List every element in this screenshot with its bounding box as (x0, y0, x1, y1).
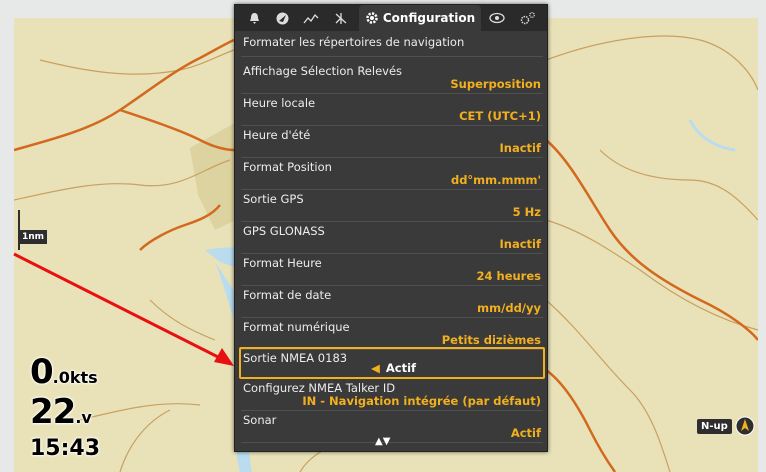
scale-label: 1nm (19, 230, 47, 244)
chart-icon (303, 13, 319, 23)
menu-item-value: 5 Hz (512, 205, 541, 219)
speed-value: 0 (30, 352, 54, 392)
menu-item-label: Sortie NMEA 0183 (243, 351, 348, 365)
menu-item-value: 24 heures (476, 269, 542, 283)
menu-item-number-format[interactable]: Format numérique Petits dizièmes (241, 318, 543, 350)
menu-item-value: Inactif (499, 237, 542, 251)
tab-navigation[interactable] (269, 5, 295, 31)
menu-item-value: IN - Navigation intégrée (par défaut) (302, 394, 541, 408)
menu-item-label: Format numérique (243, 320, 350, 334)
menu-item-value-text: Actif (385, 361, 417, 375)
menu-item-label: Format de date (243, 288, 332, 302)
eye-icon (489, 12, 505, 24)
orientation-label: N-up (697, 418, 732, 434)
menu-item-label: Format Heure (243, 256, 322, 270)
menu-item-value: Inactif (499, 141, 542, 155)
tab-configuration-label: Configuration (382, 11, 476, 25)
speed-unit: .0kts (52, 368, 98, 387)
voltage-readout: 22.v (30, 392, 92, 432)
menu-item-value: dd°mm.mmm' (450, 173, 541, 187)
menu-item-value: mm/dd/yy (477, 301, 541, 315)
menu-item-time-format[interactable]: Format Heure 24 heures (241, 254, 543, 286)
menu-item-value: Superposition (450, 77, 541, 91)
menu-item-label: Sortie GPS (243, 192, 304, 206)
menu-item-label: GPS GLONASS (243, 224, 325, 238)
tab-views[interactable] (483, 5, 511, 31)
selection-arrow-icon: ◀ (371, 361, 380, 375)
voltage-value: 22 (30, 392, 76, 432)
radar-icon (335, 12, 347, 24)
tab-configuration[interactable]: Configuration (359, 5, 481, 31)
tab-chart[interactable] (297, 5, 325, 31)
menu-item-position-format[interactable]: Format Position dd°mm.mmm' (241, 158, 543, 190)
menu-item-label: Formater les répertoires de navigation (243, 35, 465, 49)
menu-item-value: Actif (510, 426, 541, 440)
menu-item-daylight-saving[interactable]: Heure d'été Inactif (241, 126, 543, 158)
menu-item-sonar[interactable]: Sonar Actif (241, 411, 543, 443)
menu-item-date-format[interactable]: Format de date mm/dd/yy (241, 286, 543, 318)
gear-icon (366, 12, 378, 24)
tab-bar: Configuration (235, 5, 547, 31)
menu-item-display-selection[interactable]: Affichage Sélection Relevés Superpositio… (241, 62, 543, 94)
voltage-unit: .v (75, 408, 92, 427)
menu-item-value: CET (UTC+1) (459, 109, 541, 123)
menu-item-label: Heure locale (243, 96, 316, 110)
bell-icon (249, 12, 259, 24)
menu-item-label: Sonar (243, 413, 277, 427)
menu-item-gps-output[interactable]: Sortie GPS 5 Hz (241, 190, 543, 222)
menu-item-label: Format Position (243, 160, 332, 174)
settings-gears-icon (520, 12, 535, 25)
clock-time: 15:43 (30, 436, 101, 461)
menu-item-local-time[interactable]: Heure locale CET (UTC+1) (241, 94, 543, 126)
tab-sonar[interactable] (327, 5, 355, 31)
menu-item-gps-glonass[interactable]: GPS GLONASS Inactif (241, 222, 543, 254)
menu-item-label: Configurez NMEA Talker ID (243, 381, 396, 395)
speed-readout: 0.0kts (30, 352, 98, 392)
tab-settings[interactable] (513, 5, 543, 31)
menu-item-nmea-output[interactable]: Sortie NMEA 0183 ◀ Actif (239, 347, 545, 379)
menu-item-label: Heure d'été (243, 128, 311, 142)
menu-item-label: Affichage Sélection Relevés (243, 64, 403, 78)
navigation-icon (276, 12, 288, 24)
menu-item-value: Petits dizièmes (441, 333, 541, 347)
menu-item-value: ◀ Actif (371, 361, 416, 375)
menu-item-nmea-talker-id[interactable]: Configurez NMEA Talker ID IN - Navigatio… (241, 379, 543, 411)
configuration-menu: Configuration Formater les répertoires d… (234, 4, 548, 452)
screen: 1nm 0.0kts 22.v 15:43 N-up Configuration… (0, 0, 766, 472)
clock-readout: 15:43 (30, 436, 100, 461)
menu-item-format-directories[interactable]: Formater les répertoires de navigation (241, 33, 543, 57)
scroll-arrows-icon[interactable]: ▲▼ (375, 436, 390, 447)
tab-alarms[interactable] (241, 5, 267, 31)
orientation-indicator[interactable]: N-up (697, 416, 755, 436)
compass-icon (735, 416, 755, 436)
